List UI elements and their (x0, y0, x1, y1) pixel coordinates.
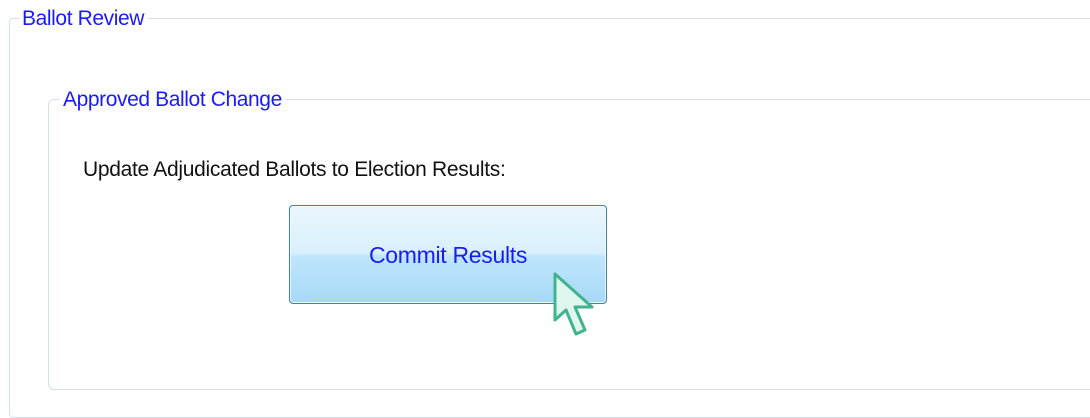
commit-results-label: Commit Results (368, 242, 528, 268)
approved-ballot-change-title: Approved Ballot Change (60, 87, 285, 113)
ballot-review-title: Ballot Review (19, 6, 148, 32)
update-instruction-label: Update Adjudicated Ballots to Election R… (83, 158, 506, 181)
arrow-pointer-icon (553, 272, 594, 336)
